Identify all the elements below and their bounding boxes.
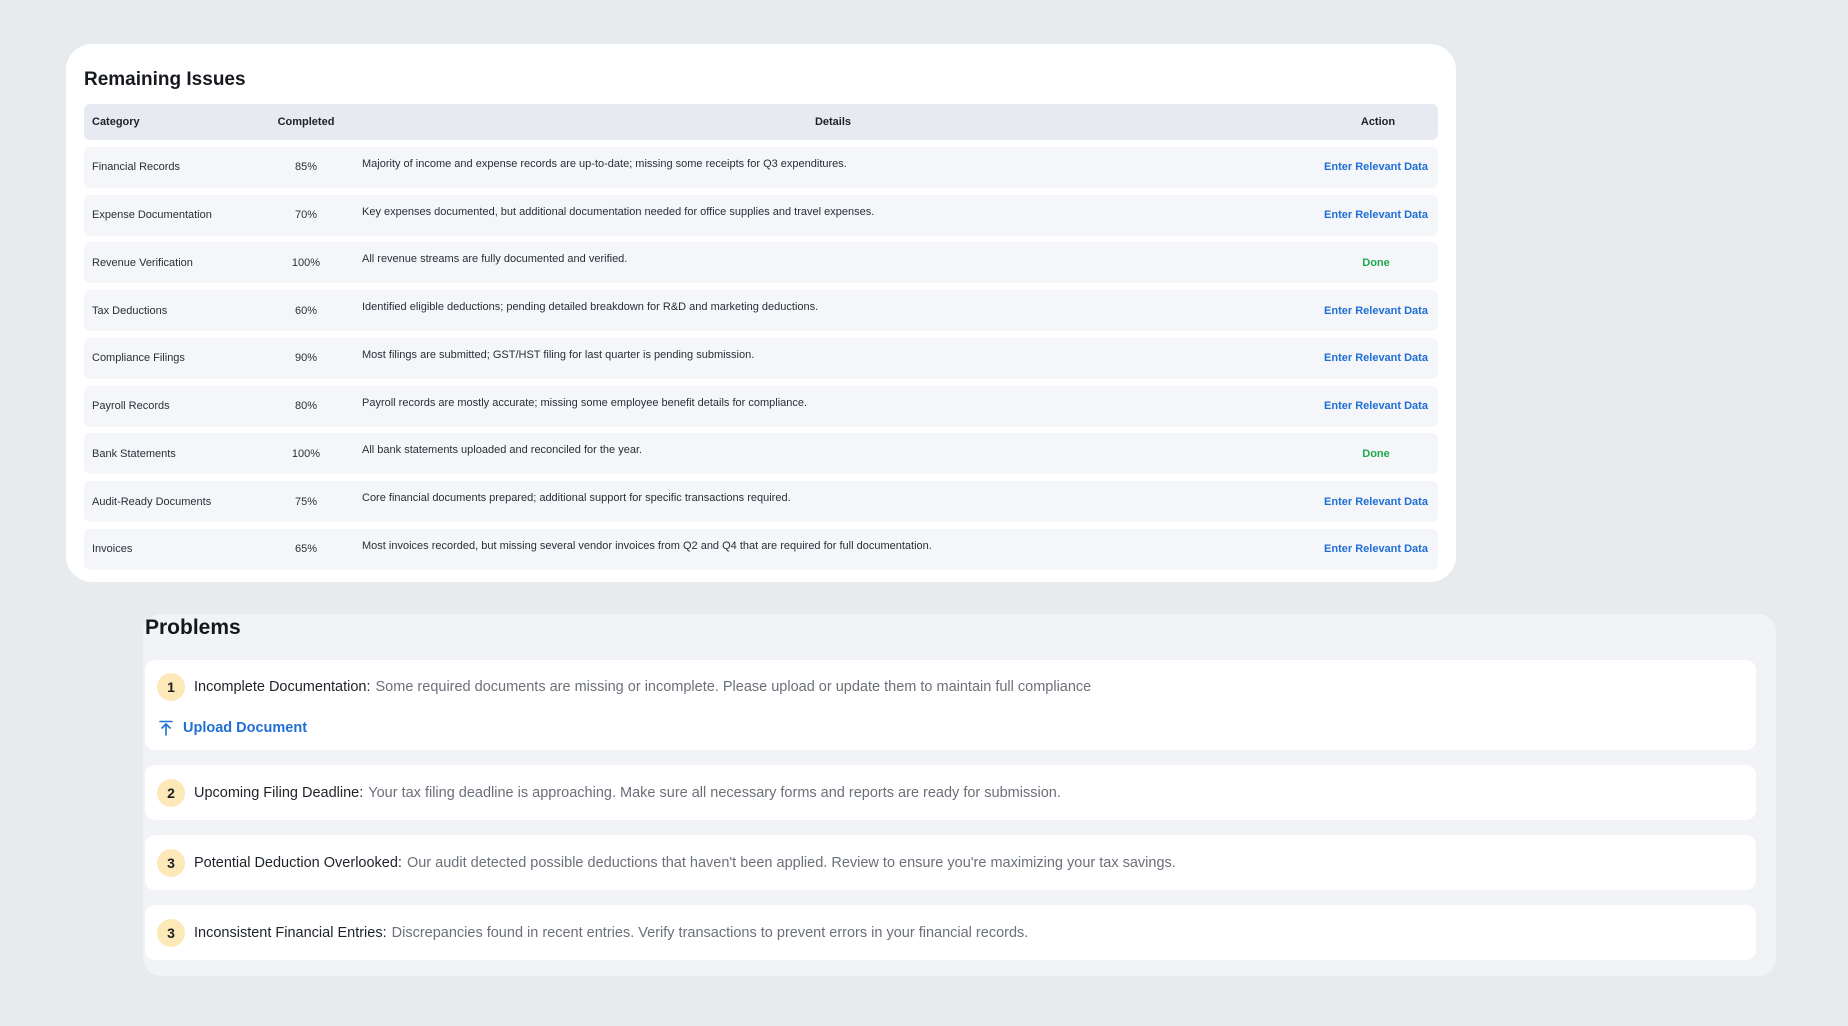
row-details: Most filings are submitted; GST/HST fili…: [362, 348, 755, 361]
row-completed: 75%: [294, 495, 318, 508]
table-row: Revenue Verification 100% All revenue st…: [84, 242, 1438, 284]
problem-description: Our audit detected possible deductions t…: [406, 854, 1176, 871]
problem-line: 3 Inconsistent Financial Entries: Discre…: [157, 905, 1744, 960]
enter-relevant-data-link[interactable]: Enter Relevant Data: [1318, 305, 1438, 317]
row-category: Revenue Verification: [92, 256, 193, 269]
problems-title: Problems: [145, 616, 241, 639]
problem-line: 2 Upcoming Filing Deadline: Your tax fil…: [157, 765, 1744, 820]
table-row: Tax Deductions 60% Identified eligible d…: [84, 290, 1438, 331]
table-row: Financial Records 85% Majority of income…: [84, 146, 1438, 188]
problem-label: Upcoming Filing Deadline:: [194, 784, 364, 801]
remaining-issues-title: Remaining Issues: [84, 69, 246, 90]
row-details: Core financial documents prepared; addit…: [362, 492, 791, 504]
table-row: Audit-Ready Documents 75% Core financial…: [84, 481, 1438, 522]
row-category: Compliance Filings: [92, 352, 185, 365]
row-completed: 85%: [294, 161, 318, 174]
table-row: Payroll Records 80% Payroll records are …: [84, 385, 1438, 427]
header-action: Action: [1360, 116, 1396, 128]
issues-table-body: Financial Records 85% Majority of income…: [84, 146, 1438, 570]
problem-number-badge: 3: [157, 918, 185, 947]
problem-number-badge: 1: [157, 673, 185, 701]
row-details: Payroll records are mostly accurate; mis…: [362, 396, 808, 409]
done-status: Done: [1362, 256, 1390, 269]
problem-number-badge: 2: [157, 778, 185, 807]
row-category: Invoices: [92, 543, 133, 556]
header-completed: Completed: [277, 116, 335, 128]
row-completed: 70%: [294, 209, 318, 221]
problem-description: Some required documents are missing or i…: [375, 679, 1092, 695]
upload-document-label: Upload Document: [183, 720, 308, 736]
row-completed: 100%: [291, 447, 321, 460]
row-details: Majority of income and expense records a…: [362, 157, 847, 170]
row-details: Most invoices recorded, but missing seve…: [362, 539, 932, 552]
enter-relevant-data-link[interactable]: Enter Relevant Data: [1318, 352, 1438, 364]
enter-relevant-data-link[interactable]: Enter Relevant Data: [1318, 496, 1438, 508]
row-category: Tax Deductions: [92, 304, 168, 317]
upload-icon: [159, 720, 173, 736]
header-details: Details: [814, 116, 852, 128]
table-row: Compliance Filings 90% Most filings are …: [84, 337, 1438, 379]
enter-relevant-data-link[interactable]: Enter Relevant Data: [1318, 543, 1438, 555]
problem-label: Incomplete Documentation:: [194, 679, 371, 695]
row-details: Key expenses documented, but additional …: [362, 205, 875, 218]
enter-relevant-data-link[interactable]: Enter Relevant Data: [1318, 400, 1438, 412]
row-category: Payroll Records: [92, 400, 170, 412]
row-category: Expense Documentation: [92, 209, 212, 221]
problem-item: 3 Potential Deduction Overlooked: Our au…: [145, 835, 1756, 890]
enter-relevant-data-link[interactable]: Enter Relevant Data: [1318, 209, 1438, 221]
upload-document-button[interactable]: Upload Document: [157, 712, 1744, 750]
table-row: Bank Statements 100% All bank statements…: [84, 433, 1438, 475]
problem-label: Potential Deduction Overlooked:: [194, 854, 402, 871]
problem-description: Discrepancies found in recent entries. V…: [391, 924, 1029, 941]
row-completed: 100%: [291, 256, 321, 269]
problems-card: Problems 1 Incomplete Documentation: Som…: [143, 614, 1776, 976]
row-details: All bank statements uploaded and reconci…: [362, 444, 643, 457]
problem-line: 1 Incomplete Documentation: Some require…: [157, 660, 1744, 712]
problem-item: 1 Incomplete Documentation: Some require…: [145, 660, 1756, 750]
enter-relevant-data-link[interactable]: Enter Relevant Data: [1318, 161, 1438, 173]
header-category: Category: [92, 116, 140, 128]
row-completed: 80%: [294, 400, 318, 412]
problem-item: 3 Inconsistent Financial Entries: Discre…: [145, 905, 1756, 960]
problem-item: 2 Upcoming Filing Deadline: Your tax fil…: [145, 765, 1756, 820]
problem-line: 3 Potential Deduction Overlooked: Our au…: [157, 835, 1744, 890]
row-details: Identified eligible deductions; pending …: [362, 301, 819, 313]
done-status: Done: [1362, 447, 1390, 460]
row-completed: 90%: [294, 352, 318, 365]
row-details: All revenue streams are fully documented…: [362, 253, 628, 266]
problem-label: Inconsistent Financial Entries:: [194, 924, 387, 941]
problem-description: Your tax filing deadline is approaching.…: [368, 784, 1061, 801]
row-completed: 65%: [294, 543, 318, 556]
problem-number-badge: 3: [157, 848, 185, 877]
table-row: Invoices 65% Most invoices recorded, but…: [84, 528, 1438, 570]
remaining-issues-card: Remaining Issues Category Completed Deta…: [66, 44, 1456, 582]
row-completed: 60%: [294, 304, 318, 317]
row-category: Financial Records: [92, 161, 181, 174]
row-category: Bank Statements: [92, 447, 176, 460]
table-row: Expense Documentation 70% Key expenses d…: [84, 194, 1438, 236]
row-category: Audit-Ready Documents: [92, 495, 212, 508]
issues-table-header: Category Completed Details Action: [84, 104, 1438, 140]
